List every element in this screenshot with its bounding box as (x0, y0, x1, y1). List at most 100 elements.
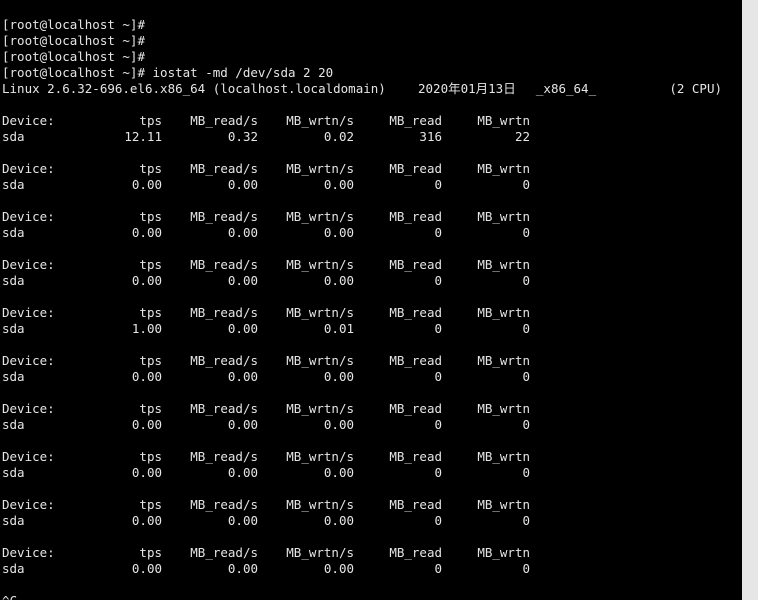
cell-device: sda (2, 273, 58, 289)
cell-device: sda (2, 321, 58, 337)
hdr-tps: tps (58, 113, 162, 129)
cell-mbwrtns: 0.00 (258, 225, 354, 241)
hdr-device: Device: (2, 449, 58, 465)
hdr-mbwrtns: MB_wrtn/s (258, 305, 354, 321)
iostat-data-row: sda0.000.000.0000 (2, 177, 740, 193)
iostat-header-row: Device:tpsMB_read/sMB_wrtn/sMB_readMB_wr… (2, 449, 740, 465)
iostat-header-row: Device:tpsMB_read/sMB_wrtn/sMB_readMB_wr… (2, 545, 740, 561)
hdr-mbread: MB_read (354, 353, 442, 369)
cell-mbwrtn: 0 (442, 369, 530, 385)
cell-tps: 0.00 (58, 513, 162, 529)
hdr-mbread: MB_read (354, 209, 442, 225)
cell-mbreads: 0.00 (162, 561, 258, 577)
hdr-mbread: MB_read (354, 305, 442, 321)
cell-mbwrtn: 0 (442, 417, 530, 433)
iostat-data-row: sda0.000.000.0000 (2, 513, 740, 529)
iostat-data-row: sda0.000.000.0000 (2, 225, 740, 241)
cell-mbwrtns: 0.00 (258, 273, 354, 289)
prompt: [root@localhost ~]# (2, 33, 153, 48)
cell-device: sda (2, 225, 58, 241)
cell-mbwrtn: 22 (442, 129, 530, 145)
cell-tps: 12.11 (58, 129, 162, 145)
cell-device: sda (2, 177, 58, 193)
cell-mbreads: 0.00 (162, 417, 258, 433)
hdr-tps: tps (58, 449, 162, 465)
hdr-mbread: MB_read (354, 113, 442, 129)
cell-mbwrtn: 0 (442, 321, 530, 337)
cell-mbwrtns: 0.01 (258, 321, 354, 337)
hdr-mbwrtn: MB_wrtn (442, 545, 530, 561)
cell-mbread: 0 (354, 273, 442, 289)
hdr-tps: tps (58, 161, 162, 177)
cell-mbreads: 0.00 (162, 273, 258, 289)
hdr-mbwrtn: MB_wrtn (442, 305, 530, 321)
iostat-header-row: Device:tpsMB_read/sMB_wrtn/sMB_readMB_wr… (2, 305, 740, 321)
iostat-header-row: Device:tpsMB_read/sMB_wrtn/sMB_readMB_wr… (2, 257, 740, 273)
hdr-mbwrtn: MB_wrtn (442, 113, 530, 129)
cell-mbreads: 0.00 (162, 225, 258, 241)
iostat-data-row: sda0.000.000.0000 (2, 273, 740, 289)
hdr-device: Device: (2, 497, 58, 513)
hdr-device: Device: (2, 305, 58, 321)
hdr-mbreads: MB_read/s (162, 353, 258, 369)
cell-mbwrtns: 0.00 (258, 465, 354, 481)
hdr-mbread: MB_read (354, 401, 442, 417)
scroll-down-icon[interactable]: ⌄ (745, 584, 757, 596)
cell-tps: 0.00 (58, 417, 162, 433)
cell-mbwrtn: 0 (442, 561, 530, 577)
hdr-mbread: MB_read (354, 257, 442, 273)
hdr-mbread: MB_read (354, 497, 442, 513)
cell-tps: 0.00 (58, 465, 162, 481)
cell-mbreads: 0.32 (162, 129, 258, 145)
cpu-label: (2 CPU) (602, 81, 722, 97)
cell-mbwrtn: 0 (442, 513, 530, 529)
cell-tps: 1.00 (58, 321, 162, 337)
hdr-tps: tps (58, 497, 162, 513)
terminal-window[interactable]: [root@localhost ~]# [root@localhost ~]# … (0, 0, 758, 600)
cell-mbwrtns: 0.00 (258, 417, 354, 433)
cell-mbread: 0 (354, 465, 442, 481)
cell-mbread: 0 (354, 321, 442, 337)
iostat-data-row: sda0.000.000.0000 (2, 369, 740, 385)
iostat-header-row: Device:tpsMB_read/sMB_wrtn/sMB_readMB_wr… (2, 497, 740, 513)
cell-mbwrtn: 0 (442, 225, 530, 241)
cell-mbread: 0 (354, 513, 442, 529)
hdr-device: Device: (2, 161, 58, 177)
hdr-mbread: MB_read (354, 161, 442, 177)
cell-tps: 0.00 (58, 225, 162, 241)
hdr-device: Device: (2, 209, 58, 225)
hdr-mbwrtn: MB_wrtn (442, 497, 530, 513)
cell-device: sda (2, 465, 58, 481)
terminal-content[interactable]: [root@localhost ~]# [root@localhost ~]# … (2, 17, 740, 600)
hdr-mbwrtns: MB_wrtn/s (258, 497, 354, 513)
iostat-header-row: Device:tpsMB_read/sMB_wrtn/sMB_readMB_wr… (2, 353, 740, 369)
hdr-device: Device: (2, 353, 58, 369)
cell-device: sda (2, 417, 58, 433)
prompt: [root@localhost ~]# (2, 17, 153, 32)
cell-mbwrtns: 0.00 (258, 177, 354, 193)
hdr-device: Device: (2, 257, 58, 273)
hdr-mbwrtns: MB_wrtn/s (258, 401, 354, 417)
hdr-tps: tps (58, 401, 162, 417)
cell-mbwrtn: 0 (442, 177, 530, 193)
iostat-data-row: sda12.110.320.0231622 (2, 129, 740, 145)
cell-mbwrtn: 0 (442, 273, 530, 289)
hdr-mbwrtn: MB_wrtn (442, 401, 530, 417)
system-info-line: Linux 2.6.32-696.el6.x86_64 (localhost.l… (2, 81, 740, 97)
cell-mbreads: 0.00 (162, 321, 258, 337)
hdr-tps: tps (58, 257, 162, 273)
hdr-mbreads: MB_read/s (162, 161, 258, 177)
cell-mbwrtns: 0.00 (258, 513, 354, 529)
hdr-mbwrtn: MB_wrtn (442, 209, 530, 225)
cell-device: sda (2, 561, 58, 577)
hdr-mbwrtns: MB_wrtn/s (258, 257, 354, 273)
prompt: [root@localhost ~]# (2, 49, 153, 64)
cell-mbreads: 0.00 (162, 177, 258, 193)
cell-mbread: 0 (354, 561, 442, 577)
interrupt-line: ^C (2, 593, 740, 600)
cell-mbwrtn: 0 (442, 465, 530, 481)
arch-label: _x86_64_ (530, 81, 602, 97)
hdr-tps: tps (58, 353, 162, 369)
hdr-mbwrtns: MB_wrtn/s (258, 113, 354, 129)
iostat-header-row: Device:tpsMB_read/sMB_wrtn/sMB_readMB_wr… (2, 401, 740, 417)
